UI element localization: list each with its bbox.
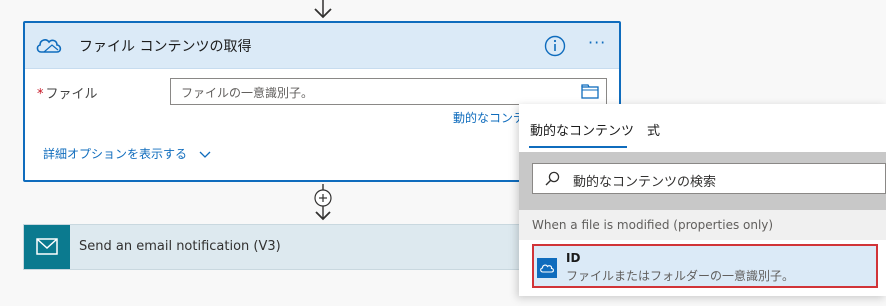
tab-dynamic-content[interactable]: 動的なコンテンツ (530, 120, 634, 139)
search-area: 動的なコンテンツの検索 (519, 152, 886, 210)
file-field-label-text: ファイル (45, 87, 98, 102)
section-header-label: When a file is modified (properties only… (532, 218, 774, 232)
trigger-section-header: When a file is modified (properties only… (519, 210, 886, 240)
tab-expression[interactable]: 式 (647, 120, 660, 139)
dynamic-content-search-input[interactable]: 動的なコンテンツの検索 (532, 163, 886, 194)
item-name: ID (566, 251, 581, 265)
onedrive-cloud-icon (537, 258, 557, 278)
mail-icon-box (24, 225, 70, 269)
required-mark: * (37, 87, 44, 102)
action-card-header[interactable]: ファイル コンテンツの取得 ··· (25, 23, 619, 69)
search-placeholder: 動的なコンテンツの検索 (573, 175, 717, 190)
item-description: ファイルまたはフォルダーの一意識別子。 (566, 269, 795, 283)
file-field-label: * ファイル (37, 83, 98, 102)
search-icon (545, 171, 560, 186)
onedrive-cloud-icon (36, 39, 62, 53)
add-step-connector[interactable] (308, 184, 338, 224)
chevron-down-icon (199, 151, 211, 158)
action-title: ファイル コンテンツの取得 (79, 39, 252, 55)
more-options-icon[interactable]: ··· (588, 33, 606, 52)
advanced-options-label: 詳細オプションを表示する (43, 147, 188, 161)
file-input-placeholder: ファイルの一意識別子。 (181, 86, 314, 100)
mail-icon (36, 238, 58, 255)
dynamic-content-item-id[interactable]: ID ファイルまたはフォルダーの一意識別子。 (532, 244, 878, 288)
folder-picker-icon[interactable] (581, 84, 599, 99)
show-advanced-options-button[interactable]: 詳細オプションを表示する (43, 145, 211, 162)
add-dynamic-content-link[interactable]: 動的なコンテンツの追加 (453, 109, 523, 126)
selected-tab-indicator (529, 146, 627, 148)
connector-arrow-icon (314, 0, 332, 19)
email-action-title: Send an email notification (V3) (79, 239, 281, 254)
file-input[interactable]: ファイルの一意識別子。 (170, 78, 607, 105)
dynamic-content-panel: 動的なコンテンツ 式 動的なコンテンツの検索 When a file is mo… (519, 104, 886, 296)
info-icon[interactable] (544, 35, 566, 57)
